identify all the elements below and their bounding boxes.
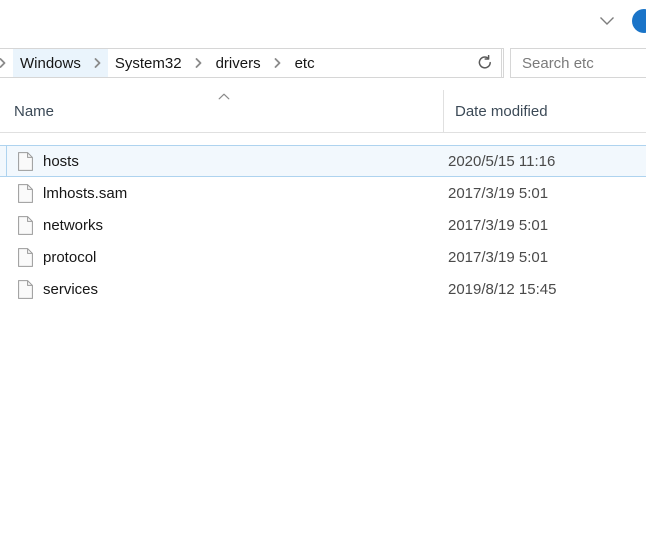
- column-header: Name Date modified: [0, 90, 646, 133]
- ribbon-bottom-strip: [0, 0, 646, 43]
- file-date-modified: 2017/3/19 5:01: [448, 185, 548, 202]
- breadcrumb: Windows System32 drivers: [0, 49, 472, 77]
- refresh-icon[interactable]: [468, 48, 502, 78]
- file-date-modified: 2017/3/19 5:01: [448, 217, 548, 234]
- breadcrumb-item-label: drivers: [216, 55, 261, 72]
- table-row[interactable]: lmhosts.sam 2017/3/19 5:01: [0, 177, 646, 209]
- file-icon: [17, 247, 33, 267]
- file-name: networks: [43, 217, 443, 234]
- file-name: protocol: [43, 249, 443, 266]
- search-box[interactable]: Search etc: [510, 48, 646, 78]
- table-row[interactable]: hosts 2020/5/15 11:16: [0, 145, 646, 177]
- breadcrumb-item-label: Windows: [20, 55, 81, 72]
- table-row[interactable]: protocol 2017/3/19 5:01: [0, 241, 646, 273]
- chevron-right-icon[interactable]: [0, 49, 13, 77]
- chevron-right-icon[interactable]: [189, 49, 209, 77]
- file-date-modified: 2020/5/15 11:16: [448, 153, 555, 170]
- chevron-right-icon[interactable]: [88, 49, 108, 77]
- breadcrumb-item-windows[interactable]: Windows: [13, 49, 88, 77]
- breadcrumb-item-label: System32: [115, 55, 182, 72]
- file-icon: [17, 215, 33, 235]
- address-bar[interactable]: Windows System32 drivers: [0, 48, 504, 78]
- help-circle-icon[interactable]: [632, 9, 646, 33]
- file-icon: [17, 279, 33, 299]
- address-bar-row: Windows System32 drivers: [0, 42, 646, 84]
- breadcrumb-item-drivers[interactable]: drivers: [209, 49, 268, 77]
- file-name: hosts: [43, 153, 443, 170]
- column-header-name-label: Name: [14, 103, 54, 120]
- column-header-date-modified-label: Date modified: [455, 103, 548, 120]
- breadcrumb-item-label: etc: [295, 55, 315, 72]
- file-date-modified: 2017/3/19 5:01: [448, 249, 548, 266]
- file-date-modified: 2019/8/12 15:45: [448, 281, 556, 298]
- file-icon: [17, 151, 33, 171]
- chevron-down-icon[interactable]: [596, 11, 618, 31]
- file-icon: [17, 183, 33, 203]
- file-name: services: [43, 281, 443, 298]
- search-input[interactable]: Search etc: [522, 55, 641, 72]
- table-row[interactable]: networks 2017/3/19 5:01: [0, 209, 646, 241]
- breadcrumb-item-etc[interactable]: etc: [288, 49, 322, 77]
- table-row[interactable]: services 2019/8/12 15:45: [0, 273, 646, 305]
- file-name: lmhosts.sam: [43, 185, 443, 202]
- column-header-name[interactable]: Name: [0, 90, 444, 132]
- chevron-right-icon[interactable]: [268, 49, 288, 77]
- file-list: hosts 2020/5/15 11:16 lmhosts.sam 2017/3…: [0, 145, 646, 305]
- column-header-date-modified[interactable]: Date modified: [444, 90, 646, 132]
- breadcrumb-item-system32[interactable]: System32: [108, 49, 189, 77]
